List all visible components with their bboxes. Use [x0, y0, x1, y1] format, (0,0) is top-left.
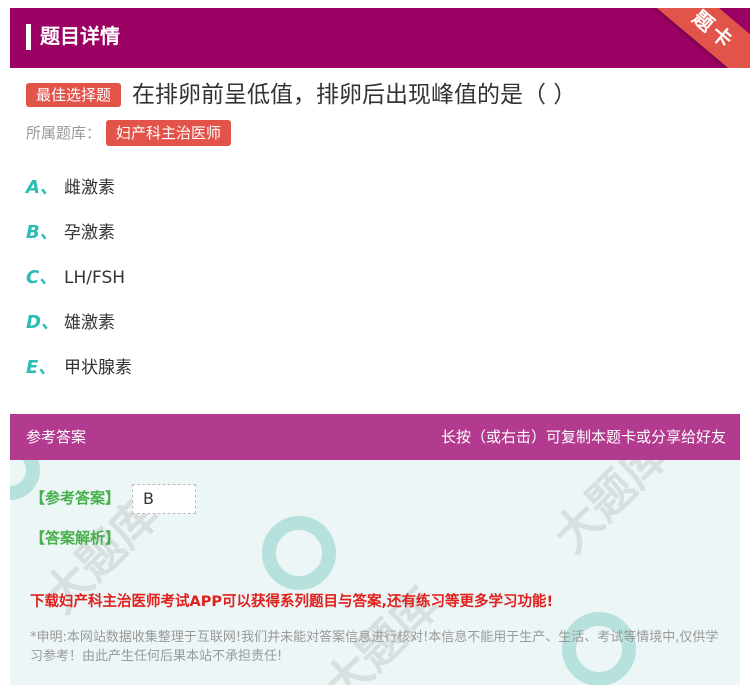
option-text: 雄激素 [64, 313, 115, 333]
option-c[interactable]: C、 LH/FSH [26, 262, 726, 307]
disclaimer-text: *申明:本网站数据收集整理于互联网!我们并未能对答案信息进行核对!本信息不能用于… [30, 630, 719, 664]
options-list: A、 雌激素 B、 孕激素 C、 LH/FSH D、 雄激素 E、 甲状腺素 [26, 172, 726, 397]
detail-header: 题目详情 题卡 [10, 8, 750, 68]
question-row: 最佳选择题 在排卵前呈低值，排卵后出现峰值的是（ ） [26, 80, 736, 112]
option-d[interactable]: D、 雄激素 [26, 307, 726, 352]
question-bank-label: 所属题库： [26, 124, 102, 142]
watermark-text: 大题库 [543, 460, 680, 564]
app-download-promo[interactable]: 下载妇产科主治医师考试APP可以获得系列题目与答案,还有练习等更多学习功能! [30, 592, 553, 612]
reference-answer-label: 【参考答案】 [30, 489, 121, 507]
option-letter: A、 [26, 177, 58, 198]
question-type-badge: 最佳选择题 [26, 83, 122, 107]
option-text: 雌激素 [64, 178, 115, 198]
option-text: 孕激素 [64, 223, 115, 243]
option-a[interactable]: A、 雌激素 [26, 172, 726, 217]
option-text: 甲状腺素 [64, 358, 132, 378]
share-hint: 长按（或右击）可复制本题卡或分享给好友 [440, 428, 726, 446]
answer-analysis-label: 【答案解析】 [30, 529, 121, 547]
answer-section-title: 参考答案 [26, 428, 87, 446]
question-bank-tag[interactable]: 妇产科主治医师 [106, 120, 232, 146]
header-accent-bar [26, 24, 31, 50]
option-e[interactable]: E、 甲状腺素 [26, 352, 726, 397]
option-letter: E、 [26, 357, 57, 378]
reference-answer-value: B [132, 484, 196, 514]
page-title: 题目详情 [40, 24, 120, 48]
option-letter: D、 [26, 312, 59, 333]
answer-header: 参考答案 长按（或右击）可复制本题卡或分享给好友 [10, 414, 740, 460]
question-card-ribbon[interactable]: 题卡 [647, 8, 750, 68]
question-text: 在排卵前呈低值，排卵后出现峰值的是（ ） [132, 82, 577, 108]
watermark-logo [262, 516, 336, 590]
option-text: LH/FSH [64, 268, 126, 288]
option-letter: B、 [26, 222, 58, 243]
option-letter: C、 [26, 267, 58, 288]
option-b[interactable]: B、 孕激素 [26, 217, 726, 262]
answer-body: 大题库 大题库 大题库 【参考答案】 B 【答案解析】 下载妇产科主治医师考试A… [10, 460, 740, 685]
